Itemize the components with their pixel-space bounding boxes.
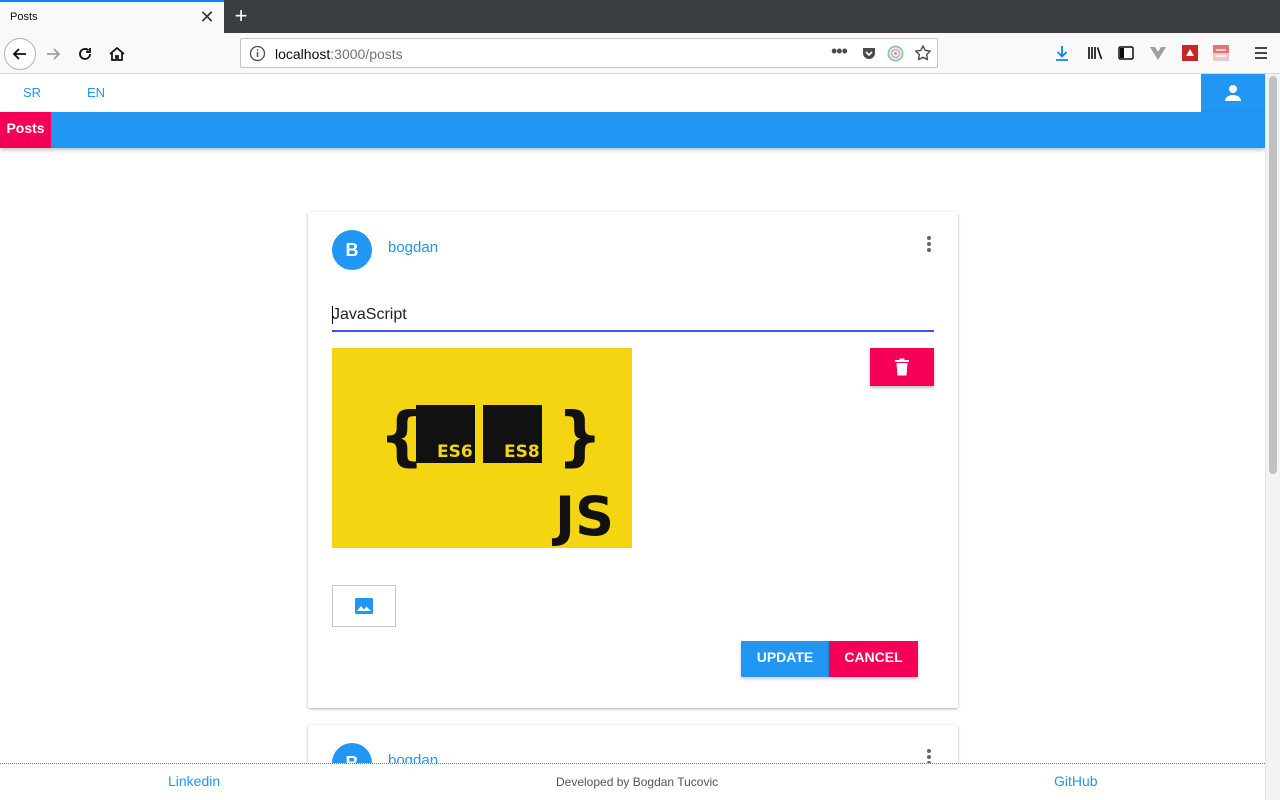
github-link[interactable]: GitHub (1054, 773, 1098, 789)
footer-credit: Developed by Bogdan Tucovic (556, 775, 719, 789)
person-icon (1225, 85, 1241, 101)
home-button[interactable] (104, 41, 130, 67)
user-account-button[interactable] (1201, 74, 1265, 112)
post-author[interactable]: bogdan (388, 239, 438, 256)
language-bar: SR EN (0, 74, 1265, 112)
scrollbar-thumb[interactable] (1269, 76, 1277, 474)
tab-title: Posts (10, 11, 38, 23)
badge-es8-label: ES8 (504, 442, 540, 462)
avatar: B (332, 230, 372, 270)
image-icon (355, 598, 373, 614)
language-sr-link[interactable]: SR (23, 85, 41, 100)
post-image: { ES6 ES8 } JS (332, 348, 632, 548)
trash-icon (895, 358, 909, 376)
url-path: :3000/posts (330, 46, 403, 62)
more-vert-icon (927, 236, 931, 252)
close-tab-icon[interactable]: ✕ (199, 8, 215, 26)
info-icon[interactable] (249, 45, 266, 62)
linkedin-link[interactable]: Linkedin (168, 773, 220, 789)
library-icon[interactable] (1086, 44, 1104, 62)
browser-tab-strip: Posts ✕ + (0, 0, 1280, 33)
brace-right: } (557, 400, 603, 474)
language-en-link[interactable]: EN (87, 85, 105, 100)
back-button[interactable] (4, 38, 36, 70)
app-bar: Posts (0, 112, 1265, 148)
delete-image-button[interactable] (870, 348, 934, 386)
url-host: localhost (275, 46, 331, 62)
footer: Linkedin Developed by Bogdan Tucovic Git… (0, 763, 1265, 800)
upload-image-button[interactable] (332, 585, 396, 627)
nav-tab-posts[interactable]: Posts (0, 112, 51, 148)
post-title-input[interactable] (332, 300, 934, 332)
hamburger-menu-icon[interactable] (1252, 44, 1270, 62)
home-icon (109, 46, 125, 61)
text-caret (332, 306, 333, 324)
javascript-es-image: { ES6 ES8 } JS (379, 400, 614, 548)
extension-red-icon[interactable] (1181, 44, 1199, 62)
update-button[interactable]: UPDATE (741, 641, 829, 677)
download-icon[interactable] (1053, 44, 1071, 62)
url-bar[interactable]: localhost:3000/posts ••• (240, 38, 938, 68)
arrow-right-icon (47, 48, 61, 60)
page-actions-icon[interactable]: ••• (831, 41, 848, 62)
more-options-button[interactable] (920, 232, 938, 256)
cors-extension-icon[interactable] (1212, 44, 1230, 62)
extension-icon[interactable] (887, 45, 904, 62)
js-logo-text: JS (551, 485, 614, 548)
pocket-icon[interactable] (861, 45, 877, 61)
arrow-left-icon (12, 48, 26, 60)
url-text: localhost:3000/posts (275, 46, 403, 62)
post-card: B bogdan { ES6 ES8 } JS UPDATE CANCEL (308, 212, 958, 708)
bookmark-star-icon[interactable] (914, 44, 932, 62)
reload-icon (79, 48, 91, 60)
cancel-button[interactable]: CANCEL (829, 641, 918, 677)
vue-devtools-icon[interactable] (1149, 44, 1167, 62)
forward-button[interactable] (40, 41, 66, 67)
badge-es6-label: ES6 (437, 442, 473, 462)
browser-tab[interactable]: Posts ✕ (0, 0, 224, 33)
page-scrollbar[interactable] (1265, 74, 1280, 800)
browser-toolbar: localhost:3000/posts ••• (0, 33, 1280, 74)
sidebar-icon[interactable] (1117, 44, 1135, 62)
reload-button[interactable] (72, 41, 98, 67)
new-tab-icon[interactable]: + (230, 4, 252, 28)
